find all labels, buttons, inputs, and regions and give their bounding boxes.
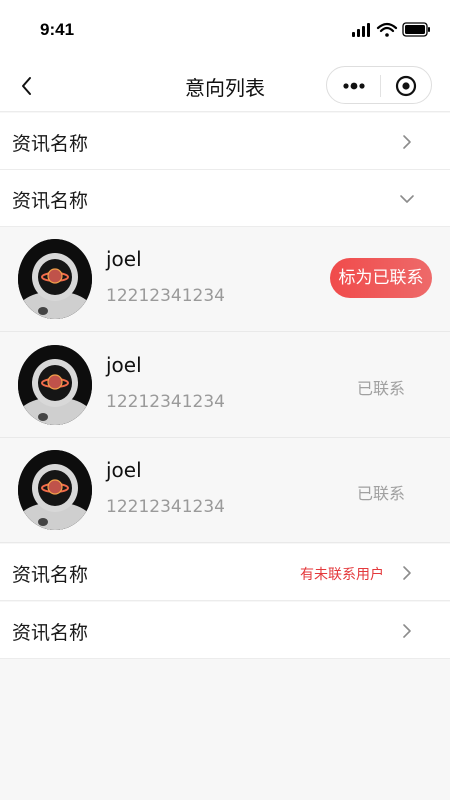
status-bar: 9:41 [0,0,450,60]
item-title: 资讯名称 [12,564,89,586]
avatar [18,239,92,319]
item-title: 资讯名称 [12,190,89,212]
contact-phone: 12212341234 [106,286,225,306]
avatar [18,345,92,425]
status-icons [352,20,432,40]
status-time: 9:41 [40,20,75,39]
contact-row: joel 12212341234 已联系 [0,333,450,438]
contacted-status: 已联系 [357,484,406,503]
target-close-icon [395,75,417,97]
contact-name: joel [106,353,142,377]
contact-row: joel 12212341234 标为已联系 [0,227,450,332]
chevron-right-icon [403,135,411,149]
nav-bar: 意向列表 [0,60,450,112]
contact-row: joel 12212341234 已联系 [0,438,450,543]
signal-icon [352,23,370,37]
close-button[interactable] [381,67,433,105]
contact-name: joel [106,458,142,482]
astronaut-avatar-icon [18,345,92,425]
more-dots-icon [343,82,365,90]
item-title: 资讯名称 [12,622,89,644]
list-item[interactable]: 资讯名称 [0,602,450,659]
chevron-right-icon [403,566,411,580]
contact-name: joel [106,247,142,271]
list-item-expanded[interactable]: 资讯名称 [0,170,450,227]
wifi-icon [376,22,398,37]
item-title: 资讯名称 [12,133,89,155]
astronaut-avatar-icon [18,450,92,530]
list-item[interactable]: 资讯名称 有未联系用户 [0,544,450,601]
battery-icon [402,22,430,37]
list-item[interactable]: 资讯名称 [0,113,450,170]
astronaut-avatar-icon [18,239,92,319]
chevron-right-icon [403,624,411,638]
contact-phone: 12212341234 [106,497,225,517]
mark-contacted-button[interactable]: 标为已联系 [330,258,432,298]
more-button[interactable] [327,67,380,105]
contact-phone: 12212341234 [106,392,225,412]
contacted-status: 已联系 [357,379,406,398]
chevron-down-icon [400,195,414,203]
mini-program-capsule [326,66,432,104]
avatar [18,450,92,530]
uncontacted-notice: 有未联系用户 [300,567,384,583]
